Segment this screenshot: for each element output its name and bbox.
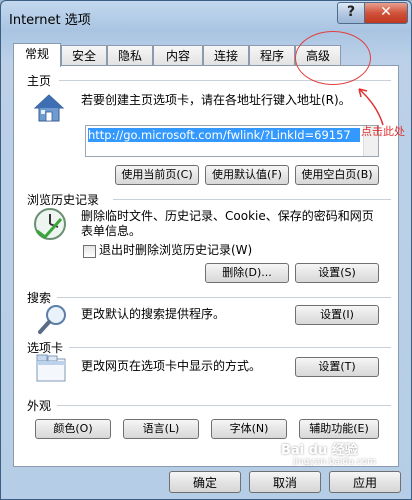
appearance-section-label: 外观 — [27, 399, 52, 413]
accessibility-button[interactable]: 辅助功能(E) — [299, 419, 379, 439]
tab-programs[interactable]: 程序 — [249, 45, 295, 65]
appearance-divider — [57, 405, 391, 406]
use-current-button[interactable]: 使用当前页(C) — [115, 165, 199, 185]
home-icon — [33, 94, 65, 122]
internet-options-window: Internet 选项 ? ✕ 常规 安全 隐私 内容 连接 程序 高级 主页 … — [0, 0, 412, 500]
title-bar[interactable]: Internet 选项 ? ✕ — [1, 1, 411, 31]
tab-privacy[interactable]: 隐私 — [107, 45, 153, 65]
ok-button[interactable]: 确定 — [169, 471, 241, 493]
cancel-button[interactable]: 取消 — [249, 471, 321, 493]
home-section-label: 主页 — [27, 74, 52, 88]
colors-button[interactable]: 颜色(O) — [35, 419, 111, 439]
apply-button[interactable]: 应用 — [329, 471, 401, 493]
tab-connections[interactable]: 连接 — [203, 45, 249, 65]
history-settings-button[interactable]: 设置(S) — [295, 263, 379, 283]
home-url-value: http://go.microsoft.com/fwlink/?LinkId=6… — [88, 128, 360, 142]
close-button[interactable]: ✕ — [364, 2, 408, 24]
tabs-description: 更改网页在选项卡中显示的方式。 — [81, 359, 262, 373]
search-settings-button[interactable]: 设置(I) — [295, 305, 379, 325]
help-button[interactable]: ? — [337, 2, 365, 24]
window-title: Internet 选项 — [9, 13, 91, 28]
history-divider — [113, 199, 391, 200]
delete-on-exit-label[interactable]: 退出时删除浏览历史记录(W) — [99, 243, 252, 258]
tab-security[interactable]: 安全 — [61, 45, 107, 65]
tabs-settings-button[interactable]: 设置(T) — [295, 357, 379, 377]
magnifier-icon — [38, 305, 66, 334]
fonts-button[interactable]: 字体(N) — [211, 419, 287, 439]
history-clock-icon — [34, 208, 66, 240]
use-blank-button[interactable]: 使用空白页(B) — [295, 165, 379, 185]
search-description: 更改默认的搜索提供程序。 — [81, 307, 226, 321]
delete-history-button[interactable]: 删除(D)... — [205, 263, 289, 283]
use-default-button[interactable]: 使用默认值(F) — [205, 165, 289, 185]
delete-on-exit-checkbox[interactable] — [83, 245, 96, 258]
search-divider — [57, 297, 391, 298]
history-description-line2: 表单信息。 — [81, 224, 142, 238]
languages-button[interactable]: 语言(L) — [123, 419, 199, 439]
tabs-window-icon — [36, 354, 66, 382]
home-url-textarea[interactable]: http://go.microsoft.com/fwlink/?LinkId=6… — [85, 125, 379, 157]
annotation-circle — [295, 31, 371, 85]
tab-content[interactable]: 内容 — [153, 45, 203, 65]
tabs-divider — [69, 347, 391, 348]
history-description-line1: 删除临时文件、历史记录、Cookie、保存的密码和网页 — [81, 209, 374, 223]
annotation-arrow-icon — [358, 88, 384, 126]
history-section-label: 浏览历史记录 — [27, 193, 100, 207]
baidu-watermark-url: jingyan.baidu.com — [293, 457, 377, 467]
home-description: 若要创建主页选项卡，请在各地址行键入地址(R)。 — [81, 93, 351, 107]
tab-general[interactable]: 常规 — [13, 43, 61, 67]
baidu-watermark: Bai du 经验 — [281, 443, 358, 458]
annotation-text: 点击此处 — [361, 125, 405, 138]
